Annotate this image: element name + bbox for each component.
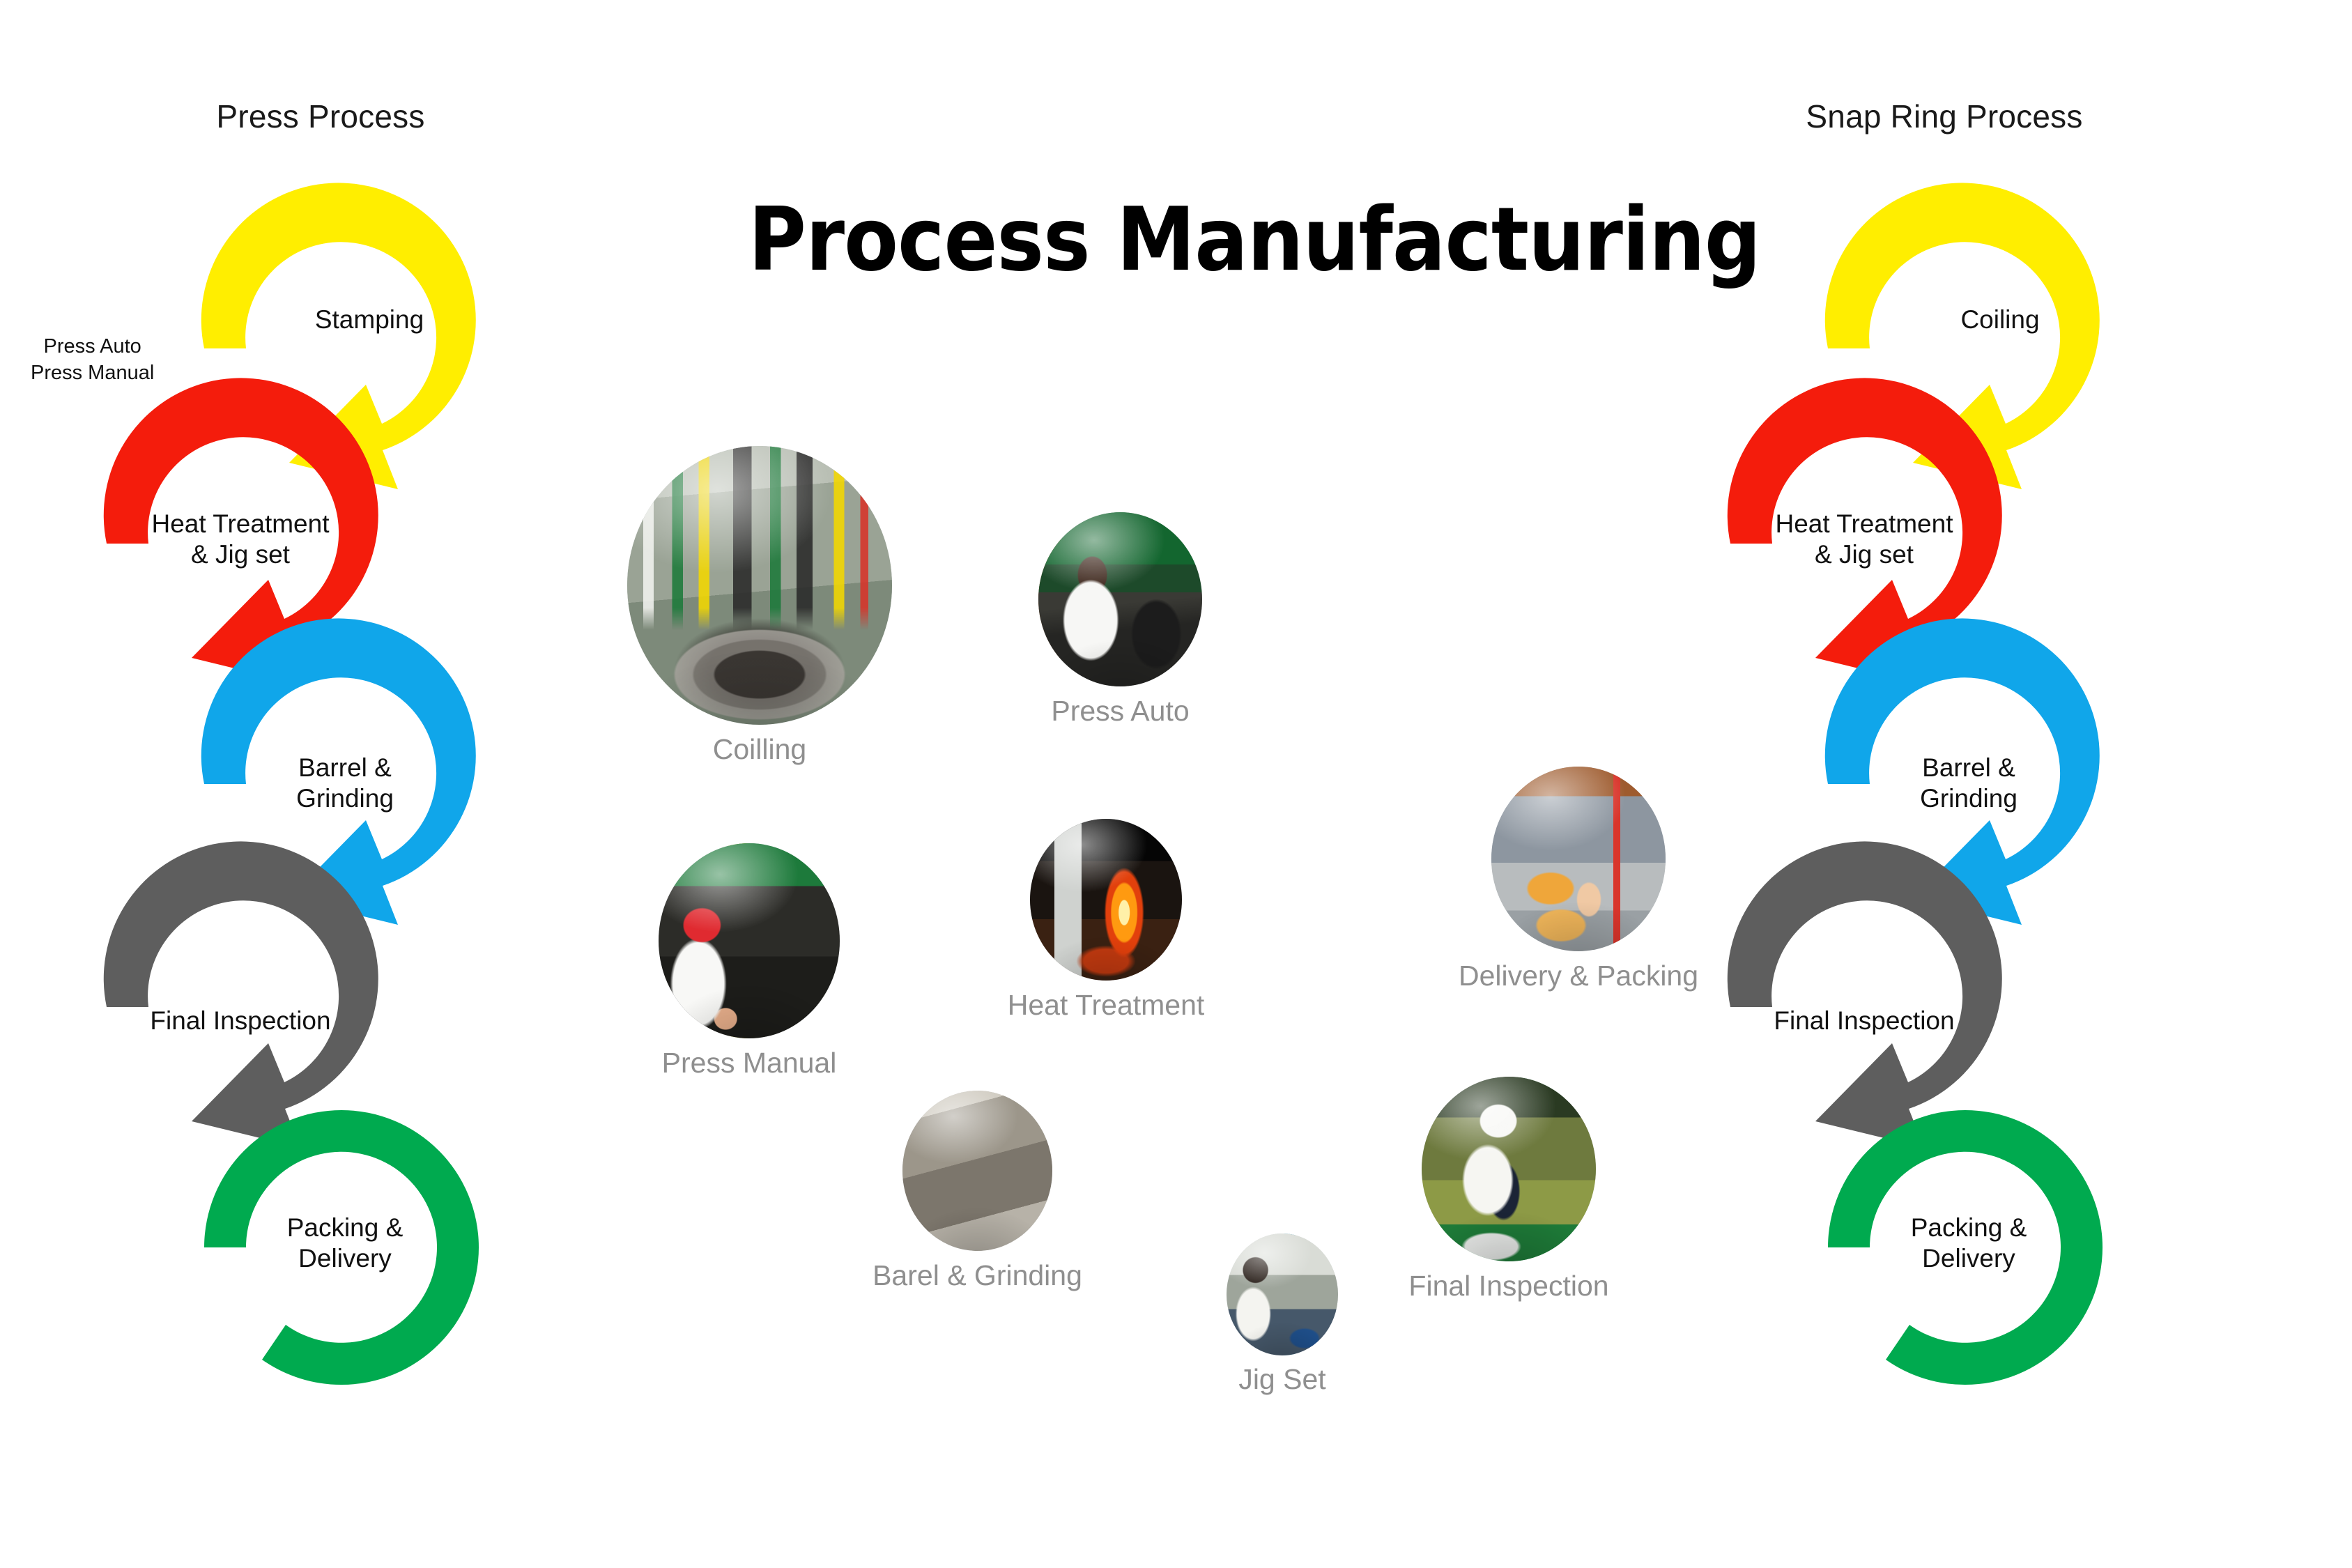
circular-ring-shape-green-right [1828,1110,2103,1385]
press-auto-photo [1038,512,1202,686]
heat-treatment-caption: Heat Treatment [1007,989,1205,1021]
gallery-item-barel-grinding: Barel & Grinding [873,1091,1082,1291]
barel-grinding-photo [902,1091,1052,1251]
left-column-heading: Press Process [216,98,425,134]
gallery-item-delivery-packing: Delivery & Packing [1459,767,1698,992]
delivery-packing-photo-boxes [1491,767,1666,951]
jig-set-caption: Jig Set [1238,1363,1326,1395]
barel-grinding-caption: Barel & Grinding [873,1259,1082,1291]
jig-set-photo [1227,1233,1338,1355]
diagram-canvas: Press Process Snap Ring Process Process … [0,0,2352,1568]
barel-grinding-photo-part [902,1091,1052,1251]
gallery-item-final-inspection: Final Inspection [1408,1077,1609,1302]
heat-treatment-photo-flame [1030,819,1182,981]
circular-ring-shape-green-left [204,1110,479,1385]
press-manual-photo-worker [659,843,840,1038]
press-mode-note-line1: Press Auto [43,335,141,358]
coilling-photo-coil [627,446,892,725]
heat-treatment-photo [1030,819,1182,981]
right-column-heading: Snap Ring Process [1806,98,2083,134]
left-step-5-arrow [195,1066,488,1385]
delivery-packing-caption: Delivery & Packing [1458,960,1699,992]
press-auto-caption: Press Auto [1051,695,1190,727]
final-inspection-photo [1422,1077,1596,1261]
final-inspection-caption: Final Inspection [1408,1270,1609,1302]
delivery-packing-photo [1491,767,1666,951]
press-auto-photo-worker [1038,512,1202,686]
coilling-caption: Coilling [712,733,807,765]
jig-set-photo-worker [1227,1233,1338,1355]
page-title: Process Manufacturing [748,188,1761,291]
right-step-5-arrow [1819,1066,2112,1385]
press-manual-caption: Press Manual [661,1047,837,1079]
gallery-item-press-manual: Press Manual [659,843,840,1079]
press-manual-photo [659,843,840,1038]
coilling-photo [627,446,892,725]
final-inspection-photo-worker [1422,1077,1596,1261]
gallery-item-press-auto: Press Auto [1038,512,1202,727]
gallery-item-jig-set: Jig Set [1227,1233,1338,1395]
gallery-item-heat-treatment: Heat Treatment [1008,819,1204,1021]
gallery-item-coilling: Coilling [627,446,892,765]
